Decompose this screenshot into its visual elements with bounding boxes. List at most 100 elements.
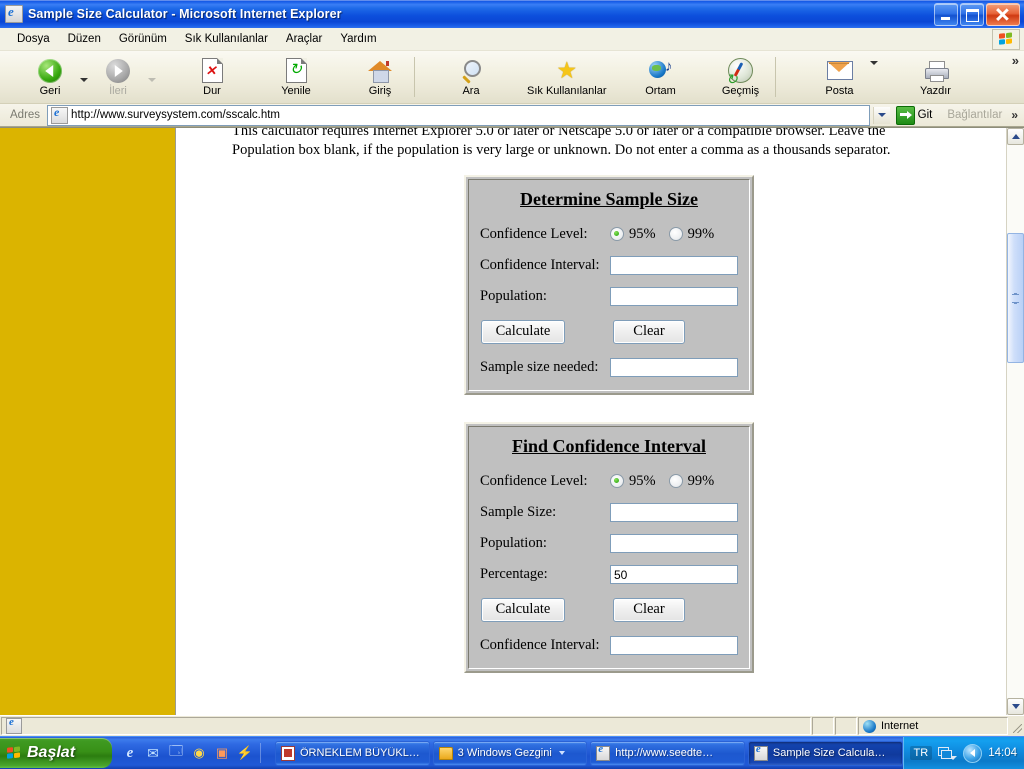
task-list: ÖRNEKLEM BÜYÜKL… 3 Windows Gezgini http:… — [271, 740, 903, 766]
address-dropdown-button[interactable] — [872, 106, 890, 124]
back-history-caret-icon[interactable] — [78, 72, 90, 82]
radio-99-panel2[interactable] — [668, 474, 683, 488]
resize-grip-icon[interactable] — [1008, 717, 1024, 735]
taskbar-clock[interactable]: 14:04 — [988, 747, 1017, 759]
go-button[interactable]: Git — [894, 105, 939, 125]
taskbar-item-word[interactable]: ÖRNEKLEM BÜYÜKL… — [275, 740, 430, 766]
taskbar-group-caret-icon[interactable] — [557, 751, 567, 755]
percentage-input[interactable]: 50 — [610, 564, 738, 584]
toolbar-forward-button[interactable]: İleri — [90, 51, 146, 103]
security-zone-label: Internet — [881, 720, 919, 732]
go-label: Git — [917, 109, 933, 121]
language-indicator[interactable]: TR — [909, 746, 933, 760]
population-input-2[interactable] — [610, 533, 738, 553]
taskbar-item-explorer[interactable]: 3 Windows Gezgini — [432, 740, 588, 766]
sample-size-input[interactable] — [610, 502, 738, 522]
toolbar-history-button[interactable]: ↻ Geçmiş — [713, 51, 769, 103]
links-label[interactable]: Bağlantılar — [941, 109, 1008, 121]
ie-launch-icon[interactable]: e — [122, 745, 138, 761]
toolbar-separator-2 — [774, 57, 776, 97]
show-desktop-icon[interactable]: 🗔 — [168, 743, 184, 761]
star-favorites-icon: ★ — [556, 57, 578, 83]
media-player-icon[interactable]: ▣ — [214, 745, 230, 761]
radio-95-panel1[interactable] — [610, 227, 624, 241]
maximize-button[interactable] — [960, 3, 984, 26]
toolbar-mail-label: Posta — [825, 84, 854, 97]
confidence-interval-input[interactable] — [610, 255, 738, 275]
radio-99-panel1[interactable] — [668, 227, 683, 241]
scroll-up-button[interactable] — [1007, 128, 1024, 145]
taskbar-item-label: 3 Windows Gezgini — [457, 747, 552, 759]
sample-size-needed-output[interactable] — [610, 357, 738, 377]
menu-item-araclar[interactable]: Araçlar — [277, 31, 331, 47]
calculate-button-1[interactable]: Calculate — [481, 320, 565, 344]
globe-icon — [863, 719, 876, 733]
intro-text-line1: This calculator requires Internet Explor… — [232, 128, 886, 139]
toolbar-stop-button[interactable]: ✕ Dur — [184, 51, 240, 103]
system-tray: TR 14:04 — [902, 737, 1024, 769]
winamp-icon[interactable]: ⚡ — [237, 745, 253, 761]
scrollbar-track[interactable] — [1007, 145, 1024, 698]
vertical-scrollbar[interactable] — [1006, 128, 1024, 715]
network-connections-icon[interactable] — [938, 746, 953, 760]
taskbar-item-label: http://www.seedte… — [615, 747, 714, 759]
taskbar-item-sample-size-calculator[interactable]: Sample Size Calcula… — [747, 740, 903, 766]
find-confidence-interval-panel: Find Confidence Interval Confidence Leve… — [464, 422, 754, 673]
security-zone-cell[interactable]: Internet — [858, 717, 1008, 735]
forward-history-caret-icon[interactable] — [146, 72, 158, 82]
taskbar: Başlat e ✉ 🗔 ◉ ▣ ⚡ ÖRNEKLEM BÜYÜKL… 3 Wi… — [0, 736, 1024, 769]
title-bar[interactable]: Sample Size Calculator - Microsoft Inter… — [0, 0, 1024, 28]
ie-window-icon — [753, 743, 768, 761]
radio-95-label-panel1: 95% — [629, 225, 656, 242]
menu-item-gorunum[interactable]: Görünüm — [110, 31, 176, 47]
window-title: Sample Size Calculator - Microsoft Inter… — [28, 7, 342, 21]
toolbar-back-button[interactable]: Geri — [22, 51, 78, 103]
start-windows-flag-icon — [7, 745, 22, 761]
toolbar-media-button[interactable]: ♪ Ortam — [633, 51, 689, 103]
toolbar-home-button[interactable]: Giriş — [352, 51, 408, 103]
radio-95-label-panel2: 95% — [629, 472, 656, 489]
address-input[interactable]: http://www.surveysystem.com/sscalc.htm — [47, 104, 870, 126]
close-button[interactable] — [986, 3, 1020, 26]
minimize-button[interactable] — [934, 3, 958, 26]
toolbar-search-label: Ara — [462, 84, 480, 97]
menu-item-dosya[interactable]: Dosya — [8, 31, 59, 47]
button-row-2: Calculate Clear — [480, 598, 738, 622]
volume-icon[interactable] — [963, 743, 983, 763]
toolbar-back-label: Geri — [39, 84, 61, 97]
menu-item-duzen[interactable]: Düzen — [59, 31, 110, 47]
toolbar-favorites-button[interactable]: ★ Sık Kullanılanlar — [519, 51, 615, 103]
taskbar-item-label: Sample Size Calcula… — [772, 747, 886, 759]
radio-95-panel2[interactable] — [610, 474, 624, 488]
toolbar-refresh-button[interactable]: ↻ Yenile — [268, 51, 324, 103]
toolbar-mail-button[interactable]: Posta — [812, 51, 868, 103]
mail-menu-caret-icon[interactable] — [868, 55, 880, 65]
population-input-1[interactable] — [610, 286, 738, 306]
scrollbar-thumb[interactable] — [1007, 233, 1024, 363]
toolbar-home-label: Giriş — [368, 84, 392, 97]
scrollbar-grip-icon — [1012, 293, 1019, 303]
go-arrow-icon — [895, 105, 915, 125]
clock-icon[interactable]: ◉ — [191, 745, 207, 761]
windows-flag-logo[interactable] — [992, 29, 1020, 50]
browser-window: Sample Size Calculator - Microsoft Inter… — [0, 0, 1024, 736]
menu-item-sik-kullanilanlar[interactable]: Sık Kullanılanlar — [176, 31, 277, 47]
chevron-down-icon — [877, 113, 886, 117]
chevron-up-icon — [1011, 134, 1020, 139]
radio-99-label-panel1: 99% — [687, 225, 715, 242]
clear-button-2[interactable]: Clear — [613, 598, 685, 622]
taskbar-item-seedte[interactable]: http://www.seedte… — [590, 740, 745, 766]
menu-item-yardim[interactable]: Yardım — [331, 31, 385, 47]
forward-arrow-icon — [106, 58, 130, 84]
menu-bar: Dosya Düzen Görünüm Sık Kullanılanlar Ar… — [0, 28, 1024, 51]
start-button[interactable]: Başlat — [0, 738, 112, 768]
address-overflow-chevron-icon[interactable]: » — [1011, 108, 1022, 122]
toolbar-search-button[interactable]: Ara — [443, 51, 499, 103]
confidence-interval-output[interactable] — [610, 635, 738, 655]
calculate-button-2[interactable]: Calculate — [481, 598, 565, 622]
toolbar-overflow-chevron-icon[interactable]: » — [1012, 53, 1019, 68]
outlook-express-icon[interactable]: ✉ — [145, 745, 161, 761]
toolbar-print-button[interactable]: Yazdır — [908, 51, 964, 103]
scroll-down-button[interactable] — [1007, 698, 1024, 715]
clear-button-1[interactable]: Clear — [613, 320, 685, 344]
